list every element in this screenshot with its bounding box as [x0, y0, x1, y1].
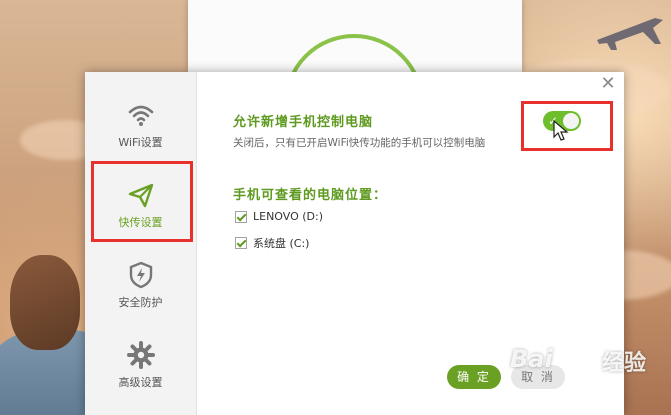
shield-bolt-icon	[129, 261, 152, 289]
watermark-brand-right: 经验	[602, 351, 647, 376]
drive-label: 系统盘 (C:)	[253, 237, 310, 250]
sidebar-item-label: 高级设置	[118, 376, 163, 389]
drive-option-lenovo[interactable]: LENOVO (D:)	[235, 210, 323, 223]
wifi-icon	[128, 105, 153, 126]
paw-icon	[574, 347, 597, 371]
computer-locations-title: 手机可查看的电脑位置：	[233, 188, 388, 203]
sidebar-item-advanced[interactable]: 高级设置	[85, 330, 196, 410]
watermark-brand-left: Bai	[510, 345, 553, 373]
gear-icon	[126, 341, 155, 369]
drive-label: LENOVO (D:)	[253, 210, 324, 223]
drive-option-system[interactable]: 系统盘 (C:)	[235, 235, 309, 251]
sidebar-item-security[interactable]: 安全防护	[85, 250, 196, 330]
sidebar-item-label: 安全防护	[118, 296, 163, 309]
person-head	[10, 255, 80, 350]
sidebar-item-wifi[interactable]: WiFi设置	[85, 90, 196, 170]
allow-control-description: 关闭后，只有已开启WiFi快传功能的手机可以控制电脑	[233, 137, 486, 149]
checkbox[interactable]	[235, 210, 247, 223]
allow-control-title: 允许新增手机控制电脑	[233, 115, 374, 130]
settings-sidebar: WiFi设置 快传设置 安全防护 高级设置	[85, 72, 197, 415]
sidebar-item-label: WiFi设置	[118, 136, 163, 149]
airplane-icon	[597, 18, 663, 50]
close-icon[interactable]: ✕	[600, 75, 616, 93]
sidebar-highlight-box	[91, 161, 193, 242]
ok-button[interactable]: 确 定	[447, 365, 501, 389]
checkbox[interactable]	[235, 237, 247, 249]
baidu-watermark: Bai 经验	[510, 341, 670, 381]
toggle-highlight-box	[521, 101, 613, 151]
background-window	[188, 0, 522, 174]
